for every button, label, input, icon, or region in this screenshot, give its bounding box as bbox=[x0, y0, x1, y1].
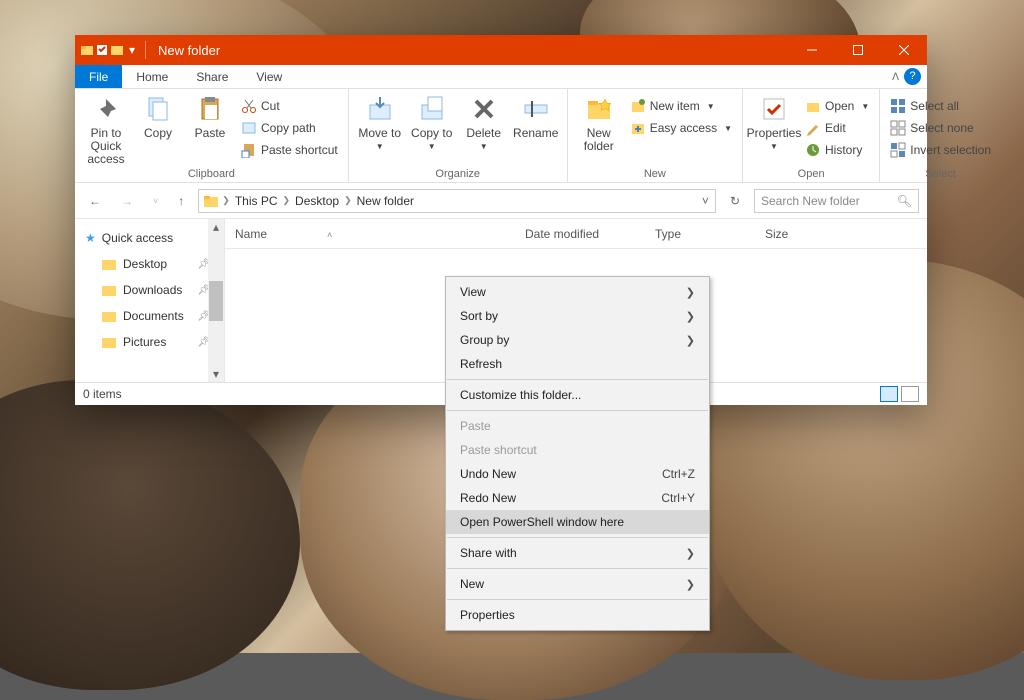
folder-icon bbox=[203, 193, 219, 209]
copy-button[interactable]: Copy bbox=[133, 91, 183, 140]
history-button[interactable]: History bbox=[801, 139, 873, 161]
new-folder-button[interactable]: New folder bbox=[574, 91, 624, 153]
pin-quick-access-button[interactable]: Pin to Quick access bbox=[81, 91, 131, 166]
group-label-open: Open bbox=[749, 166, 873, 182]
cm-group-by[interactable]: Group by❯ bbox=[446, 328, 709, 352]
delete-button[interactable]: Delete▼ bbox=[459, 91, 509, 153]
nav-documents[interactable]: Documents📌︎ bbox=[85, 303, 224, 329]
breadcrumb-thispc[interactable]: This PC bbox=[233, 194, 280, 208]
qat-more-icon[interactable]: ▾ bbox=[129, 43, 135, 57]
folder-icon bbox=[110, 43, 124, 57]
search-icon: 🔍︎ bbox=[897, 194, 912, 208]
select-all-button[interactable]: Select all bbox=[886, 95, 995, 117]
nav-desktop[interactable]: Desktop📌︎ bbox=[85, 251, 224, 277]
folder-icon bbox=[80, 43, 94, 57]
cm-refresh[interactable]: Refresh bbox=[446, 352, 709, 376]
group-label-new: New bbox=[574, 166, 736, 182]
nav-scrollbar[interactable]: ▴▾ bbox=[208, 219, 224, 382]
address-bar[interactable]: ❯ This PC ❯ Desktop ❯ New folder ˅ bbox=[198, 189, 716, 213]
tab-share[interactable]: Share bbox=[182, 65, 242, 88]
address-row: ← → ˅ ↑ ❯ This PC ❯ Desktop ❯ New folder… bbox=[75, 183, 927, 219]
cm-open-powershell[interactable]: Open PowerShell window here bbox=[446, 510, 709, 534]
maximize-button[interactable] bbox=[835, 35, 881, 65]
cm-sort-by[interactable]: Sort by❯ bbox=[446, 304, 709, 328]
address-dropdown-icon[interactable]: ˅ bbox=[696, 194, 715, 208]
minimize-button[interactable] bbox=[789, 35, 835, 65]
folder-icon bbox=[101, 256, 117, 272]
close-button[interactable] bbox=[881, 35, 927, 65]
breadcrumb-desktop[interactable]: Desktop bbox=[293, 194, 341, 208]
qat: ▾ bbox=[75, 43, 139, 57]
back-button[interactable]: ← bbox=[83, 194, 107, 208]
cm-customize[interactable]: Customize this folder... bbox=[446, 383, 709, 407]
cut-button[interactable]: Cut bbox=[237, 95, 342, 117]
easy-access-button[interactable]: Easy access▼ bbox=[626, 117, 736, 139]
chevron-right-icon: ❯ bbox=[686, 578, 695, 591]
properties-button[interactable]: Properties▼ bbox=[749, 91, 799, 153]
refresh-button[interactable]: ↻ bbox=[724, 194, 746, 208]
details-view-button[interactable] bbox=[880, 386, 898, 402]
nav-quick-access[interactable]: ★Quick access bbox=[85, 225, 224, 251]
titlebar: ▾ New folder bbox=[75, 35, 927, 65]
group-label-organize: Organize bbox=[355, 166, 561, 182]
column-date[interactable]: Date modified bbox=[515, 227, 645, 241]
cm-paste-shortcut: Paste shortcut bbox=[446, 438, 709, 462]
move-to-button[interactable]: Move to▼ bbox=[355, 91, 405, 153]
chevron-right-icon: ❯ bbox=[686, 334, 695, 347]
context-menu: View❯ Sort by❯ Group by❯ Refresh Customi… bbox=[445, 276, 710, 631]
tab-file[interactable]: File bbox=[75, 65, 122, 88]
folder-icon bbox=[101, 334, 117, 350]
column-name[interactable]: Name˄ bbox=[225, 227, 515, 241]
new-item-button[interactable]: New item▼ bbox=[626, 95, 736, 117]
rename-button[interactable]: Rename bbox=[511, 91, 561, 140]
column-type[interactable]: Type bbox=[645, 227, 755, 241]
group-label-select: Select bbox=[886, 166, 995, 182]
copy-path-button[interactable]: Copy path bbox=[237, 117, 342, 139]
folder-icon bbox=[101, 308, 117, 324]
item-count: 0 items bbox=[83, 387, 122, 401]
cm-new[interactable]: New❯ bbox=[446, 572, 709, 596]
forward-button[interactable]: → bbox=[115, 194, 139, 208]
invert-selection-button[interactable]: Invert selection bbox=[886, 139, 995, 161]
folder-icon bbox=[101, 282, 117, 298]
column-size[interactable]: Size bbox=[755, 227, 835, 241]
select-none-button[interactable]: Select none bbox=[886, 117, 995, 139]
cm-undo[interactable]: Undo NewCtrl+Z bbox=[446, 462, 709, 486]
tab-home[interactable]: Home bbox=[122, 65, 182, 88]
window-title: New folder bbox=[158, 43, 220, 58]
up-button[interactable]: ↑ bbox=[172, 194, 190, 208]
cm-share-with[interactable]: Share with❯ bbox=[446, 541, 709, 565]
chevron-right-icon: ❯ bbox=[686, 547, 695, 560]
cm-redo[interactable]: Redo NewCtrl+Y bbox=[446, 486, 709, 510]
paste-shortcut-button[interactable]: Paste shortcut bbox=[237, 139, 342, 161]
group-label-clipboard: Clipboard bbox=[81, 166, 342, 182]
paste-button[interactable]: Paste bbox=[185, 91, 235, 140]
ribbon-tabs: File Home Share View ᐱ ? bbox=[75, 65, 927, 89]
search-input[interactable]: Search New folder 🔍︎ bbox=[754, 189, 919, 213]
star-icon: ★ bbox=[85, 231, 96, 245]
cm-view[interactable]: View❯ bbox=[446, 280, 709, 304]
chevron-right-icon: ❯ bbox=[686, 310, 695, 323]
properties-icon[interactable] bbox=[95, 43, 109, 57]
navigation-pane: ★Quick access Desktop📌︎ Downloads📌︎ Docu… bbox=[75, 219, 225, 382]
cm-properties[interactable]: Properties bbox=[446, 603, 709, 627]
open-button[interactable]: Open▼ bbox=[801, 95, 873, 117]
cm-paste: Paste bbox=[446, 414, 709, 438]
help-button[interactable]: ? bbox=[904, 68, 921, 85]
large-icons-view-button[interactable] bbox=[901, 386, 919, 402]
ribbon: Pin to Quick access Copy Paste Cut Copy … bbox=[75, 89, 927, 183]
nav-downloads[interactable]: Downloads📌︎ bbox=[85, 277, 224, 303]
tab-view[interactable]: View bbox=[242, 65, 296, 88]
search-placeholder: Search New folder bbox=[761, 194, 860, 208]
chevron-right-icon: ❯ bbox=[686, 286, 695, 299]
copy-to-button[interactable]: Copy to▼ bbox=[407, 91, 457, 153]
edit-button[interactable]: Edit bbox=[801, 117, 873, 139]
nav-pictures[interactable]: Pictures📌︎ bbox=[85, 329, 224, 355]
breadcrumb-folder[interactable]: New folder bbox=[355, 194, 416, 208]
recent-button[interactable]: ˅ bbox=[147, 196, 164, 206]
collapse-ribbon-icon[interactable]: ᐱ bbox=[892, 72, 899, 83]
